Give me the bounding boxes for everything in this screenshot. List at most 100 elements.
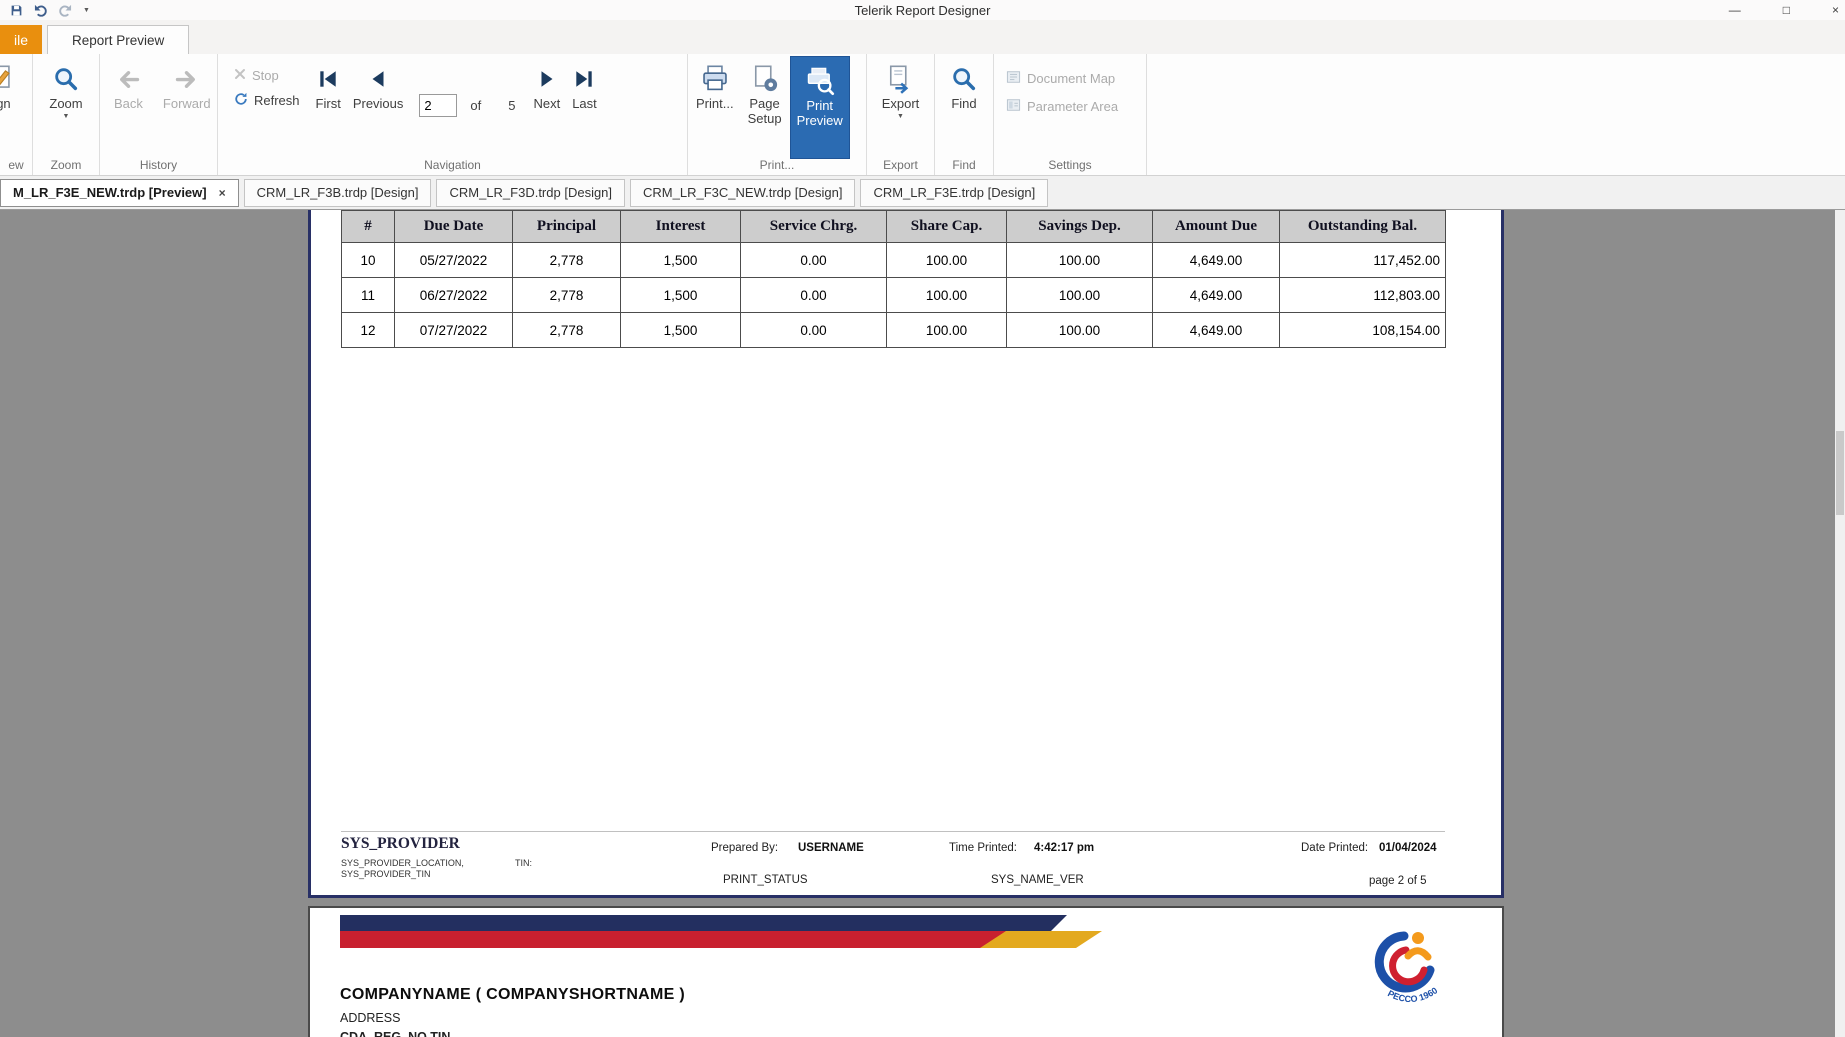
sys-name-ver: SYS_NAME_VER: [991, 874, 1084, 886]
export-button[interactable]: Export ▼: [876, 54, 926, 152]
report-table-cell: 1,500: [620, 277, 741, 313]
report-table-cell: 100.00: [886, 242, 1007, 278]
ribbon-group-history: Back Forward History: [100, 54, 218, 175]
group-label-print: Print...: [759, 158, 795, 172]
print-status: PRINT_STATUS: [723, 874, 808, 886]
report-table-cell: 05/27/2022: [394, 242, 513, 278]
quick-access-toolbar: ▼: [0, 4, 90, 17]
report-table-cell: 06/27/2022: [394, 277, 513, 313]
footer-provider-tin: SYS_PROVIDER_TIN: [341, 869, 431, 879]
document-tab[interactable]: CRM_LR_F3B.trdp [Design]: [243, 178, 432, 207]
document-tab[interactable]: CRM_LR_F3C_NEW.trdp [Design]: [630, 178, 856, 207]
document-tab-close-icon[interactable]: ×: [219, 186, 226, 200]
prepared-by-label: Prepared By:: [711, 842, 779, 854]
company-reg-line: CDA_REG_NO,TIN: [340, 1030, 451, 1037]
redo-icon[interactable]: [58, 4, 73, 17]
report-table-header-cell: Savings Dep.: [1006, 210, 1153, 243]
design-button[interactable]: ign: [0, 54, 32, 152]
prepared-by-value: USERNAME: [798, 842, 864, 854]
back-button[interactable]: Back: [108, 54, 149, 152]
time-printed-label: Time Printed:: [949, 842, 1017, 854]
find-button[interactable]: Find: [944, 54, 984, 152]
report-table-cell: 1,500: [620, 242, 741, 278]
parameter-area-icon: [1006, 98, 1021, 115]
page-setup-button[interactable]: Page Setup: [742, 54, 788, 152]
report-table-cell: 100.00: [886, 277, 1007, 313]
settings-stack: Document Map Parameter Area: [1006, 70, 1118, 115]
report-table-cell: 112,803.00: [1279, 277, 1446, 313]
document-tab-label: M_LR_F3E_NEW.trdp [Preview]: [13, 185, 207, 200]
report-page-next: COMPANYNAME ( COMPANYSHORTNAME ) ADDRESS…: [308, 906, 1504, 1037]
previous-page-button[interactable]: Previous: [347, 54, 410, 152]
ribbon: ign ew Zoom ▼ Zoom Back Forward History: [0, 54, 1845, 176]
zoom-icon: [52, 62, 80, 96]
group-label-find: Find: [952, 158, 976, 172]
report-table-row: 11 06/27/2022 2,778 1,500 0.00 100.00 100.00 4,…: [341, 277, 1446, 313]
export-icon: [885, 62, 915, 96]
document-tab-label: CRM_LR_F3B.trdp [Design]: [256, 185, 419, 200]
refresh-button[interactable]: Refresh: [234, 92, 300, 109]
report-table-cell: 100.00: [1006, 242, 1153, 278]
time-printed-value: 4:42:17 pm: [1034, 842, 1095, 854]
report-table-body: 10 05/27/2022 2,778 1,500 0.00 100.00 100.00 4,…: [341, 242, 1446, 348]
last-page-button[interactable]: Last: [566, 54, 603, 152]
company-logo: PECCO 1960: [1374, 926, 1444, 1019]
ribbon-group-view: ign ew: [0, 54, 33, 175]
first-page-button[interactable]: First: [310, 54, 347, 152]
stop-refresh-stack: Stop Refresh: [234, 68, 300, 109]
report-page-current: # Due Date Principal Interest Service Chrg. S…: [308, 210, 1504, 898]
report-table: # Due Date Principal Interest Service Chrg. S…: [341, 210, 1446, 348]
report-table-cell: 100.00: [886, 312, 1007, 348]
printer-icon: [700, 62, 730, 96]
footer-tin-label: TIN:: [515, 858, 532, 868]
document-tab[interactable]: CRM_LR_F3E.trdp [Design]: [860, 178, 1049, 207]
next-page-icon: [536, 62, 558, 96]
save-icon[interactable]: [10, 4, 23, 17]
report-table-cell: 07/27/2022: [394, 312, 513, 348]
parameter-area-button[interactable]: Parameter Area: [1006, 98, 1118, 115]
group-label-settings: Settings: [1048, 158, 1092, 172]
report-preview-area[interactable]: # Due Date Principal Interest Service Chrg. S…: [0, 210, 1845, 1037]
close-button[interactable]: ×: [1832, 0, 1839, 20]
report-table-row: 12 07/27/2022 2,778 1,500 0.00 100.00 100.00 4,…: [341, 312, 1446, 348]
ribbon-group-print: Print... Page Setup Print Preview Print.…: [688, 54, 867, 175]
forward-button[interactable]: Forward: [157, 54, 217, 152]
group-label-zoom: Zoom: [50, 158, 82, 172]
document-map-button[interactable]: Document Map: [1006, 70, 1118, 87]
page-navigation-controls: of 5: [419, 94, 527, 117]
report-table-cell: 100.00: [1006, 277, 1153, 313]
first-page-icon: [317, 62, 339, 96]
tab-report-preview[interactable]: Report Preview: [47, 25, 190, 54]
next-page-button[interactable]: Next: [527, 54, 566, 152]
report-table-header-row: # Due Date Principal Interest Service Chrg. S…: [341, 210, 1446, 243]
maximize-button[interactable]: □: [1783, 0, 1790, 20]
forward-arrow-icon: [173, 62, 200, 96]
zoom-button[interactable]: Zoom ▼: [43, 54, 88, 152]
minimize-button[interactable]: —: [1729, 0, 1741, 20]
quick-access-dropdown-icon[interactable]: ▼: [83, 7, 90, 14]
date-printed-label: Date Printed:: [1301, 842, 1369, 854]
export-dropdown-icon: ▼: [897, 113, 904, 120]
ribbon-tab-row: ile Report Preview: [0, 20, 1845, 54]
page-number-input[interactable]: [419, 94, 458, 117]
document-tab[interactable]: CRM_LR_F3D.trdp [Design]: [436, 178, 626, 207]
undo-icon[interactable]: [33, 4, 48, 17]
footer-divider: [341, 831, 1445, 832]
file-tab[interactable]: ile: [0, 25, 42, 54]
print-button[interactable]: Print...: [690, 54, 740, 152]
document-tab[interactable]: M_LR_F3E_NEW.trdp [Preview] ×: [0, 178, 239, 207]
document-tab-label: CRM_LR_F3E.trdp [Design]: [873, 185, 1036, 200]
print-preview-icon: [805, 64, 835, 98]
company-address: ADDRESS: [340, 1011, 401, 1025]
group-label-history: History: [139, 158, 178, 172]
page-setup-icon: [750, 62, 780, 96]
last-page-icon: [573, 62, 595, 96]
stop-button[interactable]: Stop: [234, 68, 300, 83]
report-table-header-cell: #: [341, 210, 395, 243]
print-preview-button[interactable]: Print Preview: [789, 56, 850, 159]
vertical-scrollbar[interactable]: [1835, 210, 1845, 1037]
report-table-header-cell: Amount Due: [1152, 210, 1280, 243]
report-table-cell: 10: [341, 242, 395, 278]
report-table-header-cell: Share Cap.: [886, 210, 1007, 243]
vertical-scrollbar-thumb[interactable]: [1836, 431, 1844, 515]
